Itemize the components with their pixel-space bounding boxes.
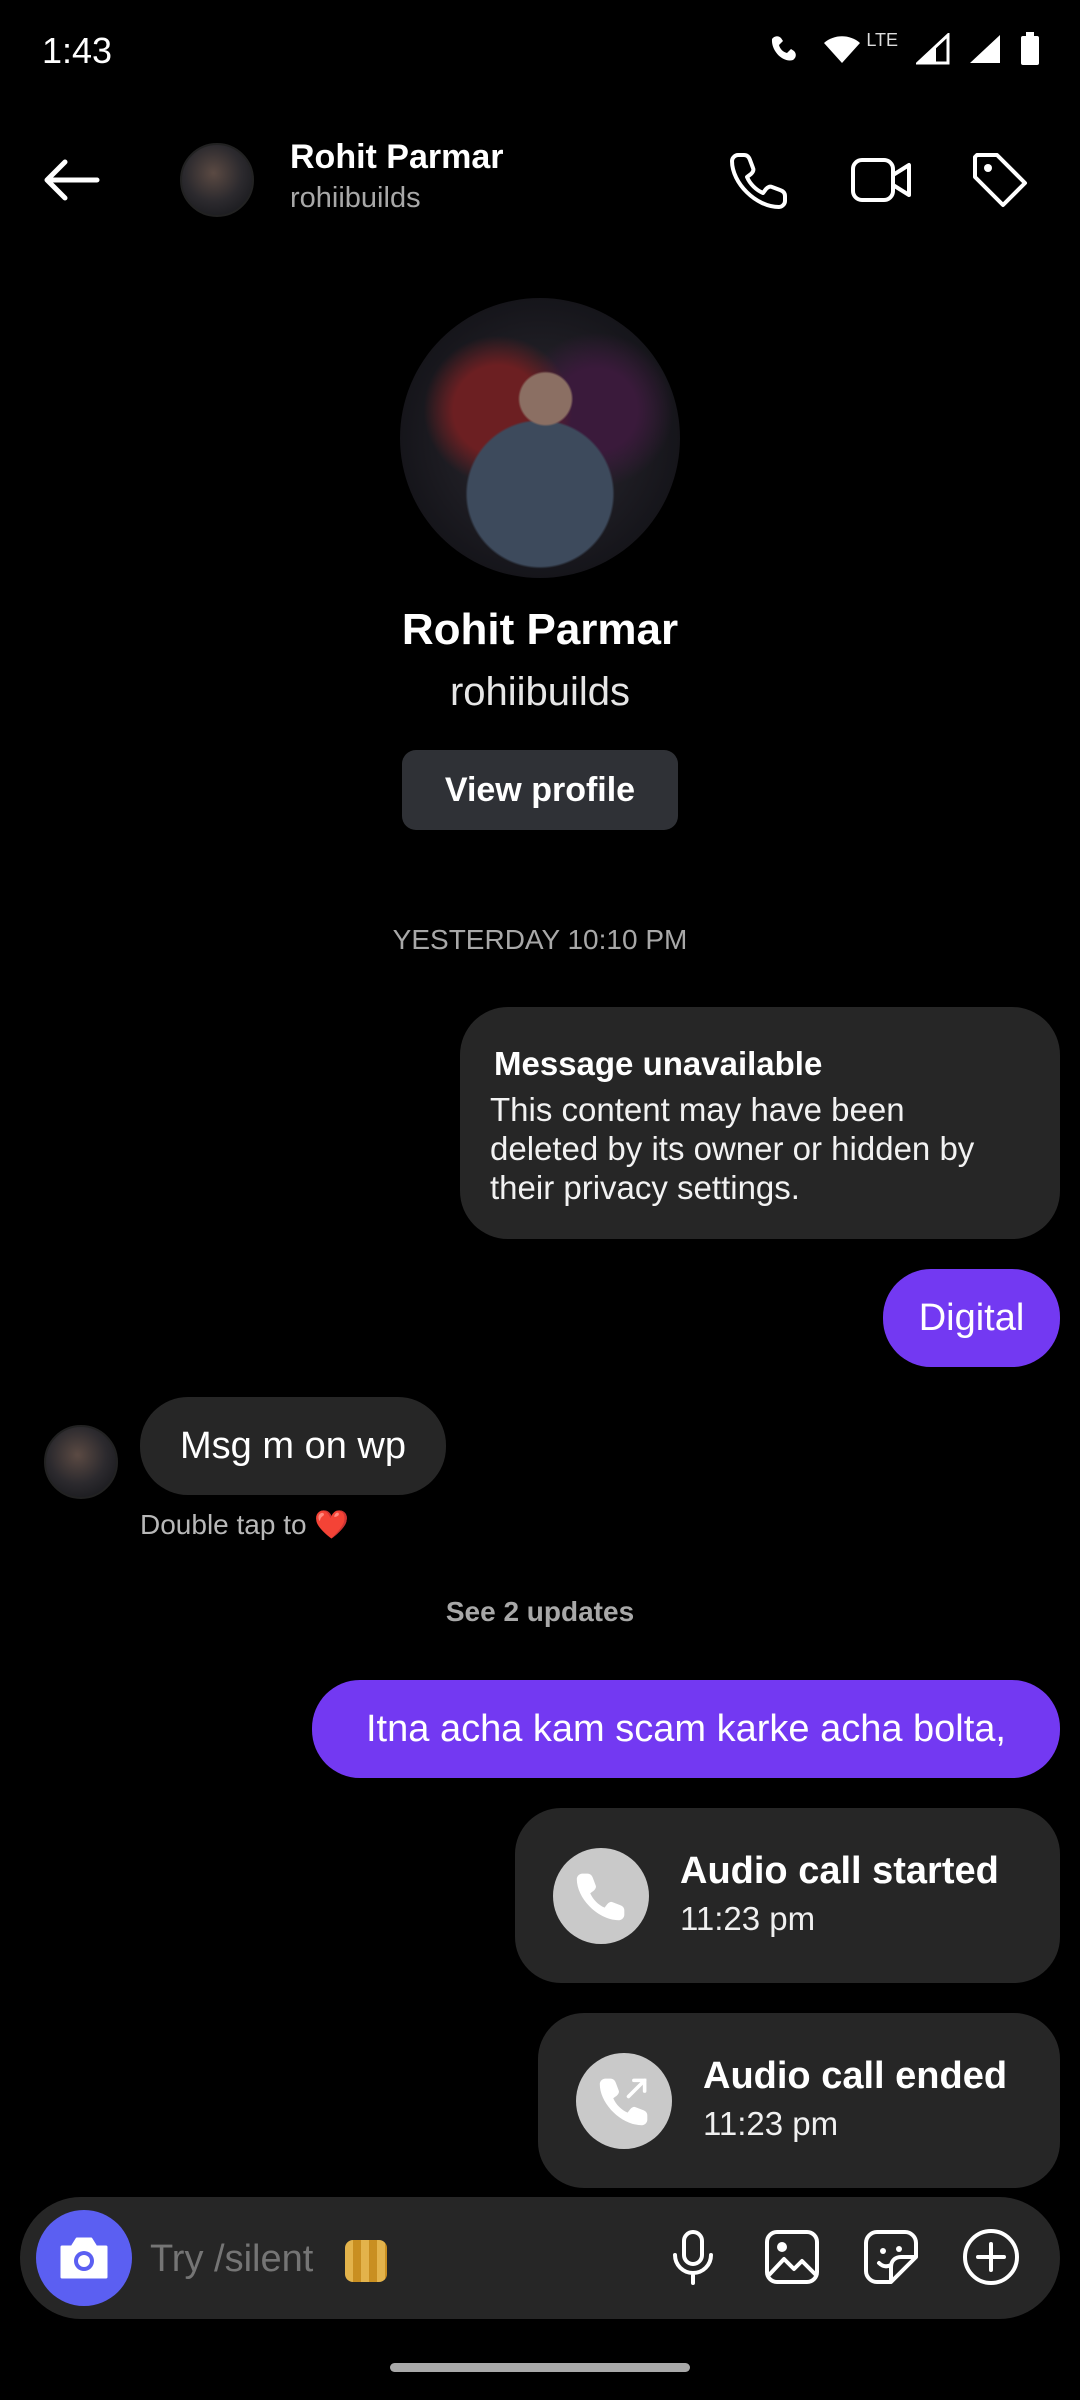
call-ended-icon-circle	[576, 2053, 672, 2149]
add-icon	[963, 2229, 1019, 2285]
sent-message-digital[interactable]: Digital	[883, 1269, 1060, 1367]
wifi-icon	[822, 33, 862, 65]
phone-outgoing-icon	[599, 2078, 648, 2126]
voice-message-button[interactable]	[658, 2222, 728, 2292]
unavailable-text: This content may have been deleted by it…	[490, 1091, 975, 1206]
microphone-icon	[673, 2230, 713, 2285]
call-started-icon-circle	[553, 1848, 649, 1944]
tag-button[interactable]	[966, 146, 1034, 214]
camera-icon	[60, 2237, 108, 2279]
camera-button[interactable]	[36, 2210, 132, 2306]
gallery-button[interactable]	[757, 2222, 827, 2292]
call-ended-time: 11:23 pm	[703, 2105, 839, 2142]
see-updates-link[interactable]: See 2 updates	[0, 1596, 1080, 1628]
header-name[interactable]: Rohit Parmar	[290, 138, 504, 177]
sent-message-long[interactable]: Itna acha kam scam karke acha bolta,	[312, 1680, 1060, 1778]
tag-icon	[973, 153, 1027, 207]
call-ended-title: Audio call ended	[703, 2055, 1008, 2097]
audio-call-started-card[interactable]: Audio call started 11:23 pm	[515, 1808, 1060, 1983]
battery-icon	[1020, 32, 1040, 66]
profile-photo[interactable]	[400, 298, 680, 578]
phone-icon	[576, 1873, 625, 1921]
video-call-button[interactable]	[847, 146, 915, 214]
profile-name: Rohit Parmar	[401, 605, 679, 654]
sticker-icon	[864, 2230, 918, 2284]
audio-call-ended-card[interactable]: Audio call ended 11:23 pm	[538, 2013, 1060, 2188]
more-options-button[interactable]	[956, 2222, 1026, 2292]
sender-avatar[interactable]	[44, 1425, 118, 1499]
unavailable-title: Message unavailable	[494, 1045, 823, 1082]
home-indicator[interactable]	[390, 2363, 690, 2372]
avatar[interactable]	[180, 143, 254, 217]
chat-timestamp: YESTERDAY 10:10 PM	[392, 924, 688, 955]
silent-emoji-icon	[345, 2240, 387, 2282]
network-label: LTE	[866, 29, 898, 50]
header-username[interactable]: rohiibuilds	[290, 182, 421, 215]
received-message[interactable]: Msg m on wp	[140, 1397, 446, 1495]
message-input[interactable]	[150, 2232, 650, 2286]
gallery-icon	[765, 2230, 819, 2284]
back-button[interactable]	[36, 145, 106, 215]
call-started-time: 11:23 pm	[680, 1900, 816, 1937]
signal-icon-2	[968, 33, 1002, 65]
sticker-button[interactable]	[856, 2222, 926, 2292]
status-icons: LTE	[768, 29, 1040, 66]
signal-icon	[916, 33, 950, 65]
back-arrow-icon	[44, 159, 100, 201]
view-profile-button[interactable]: View profile	[402, 750, 678, 830]
double-tap-hint: Double tap to ❤️	[140, 1509, 350, 1540]
video-camera-icon	[851, 158, 911, 202]
phone-icon	[730, 153, 787, 209]
wifi-call-icon	[768, 33, 804, 65]
audio-call-button[interactable]	[725, 146, 793, 214]
call-started-title: Audio call started	[680, 1850, 999, 1892]
status-time: 1:43	[42, 30, 113, 71]
profile-username: rohiibuilds	[449, 670, 631, 714]
